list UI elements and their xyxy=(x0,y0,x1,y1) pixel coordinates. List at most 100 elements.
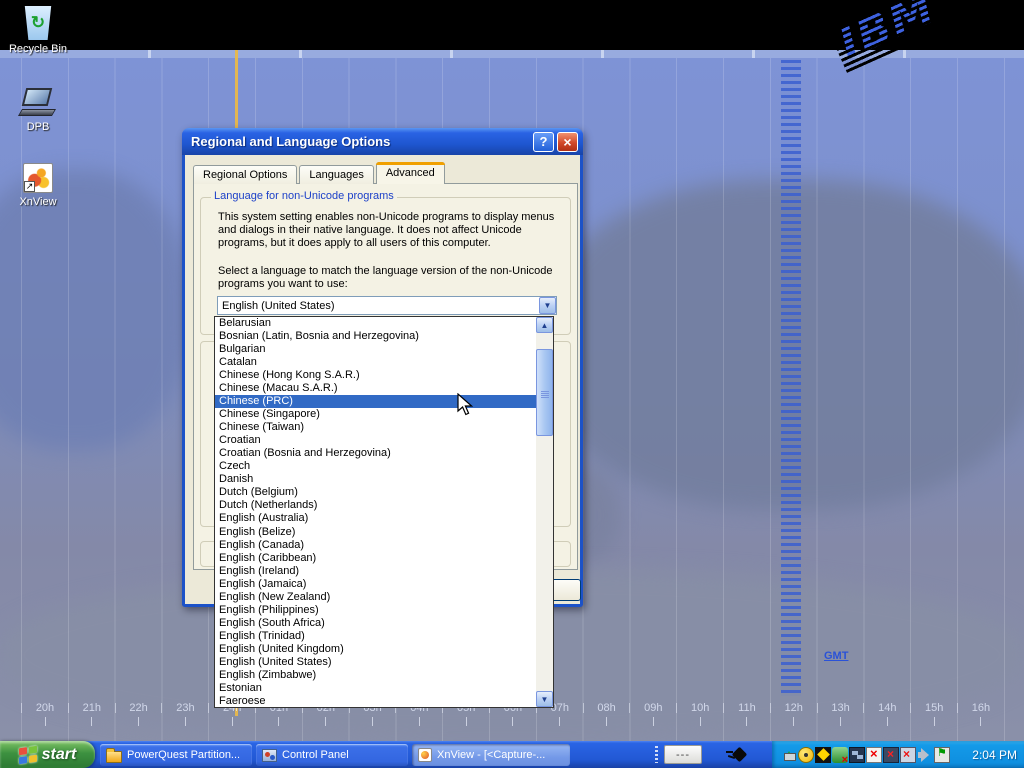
group-instruction: Select a language to match the language … xyxy=(218,265,566,291)
language-option[interactable]: Chinese (PRC) xyxy=(215,395,536,408)
mail-icon[interactable] xyxy=(815,747,831,763)
gmt-label: GMT xyxy=(824,650,848,662)
dialog-title: Regional and Language Options xyxy=(191,134,530,149)
help-icon[interactable]: ? xyxy=(533,132,554,152)
display-error-icon[interactable] xyxy=(883,747,899,763)
language-option[interactable]: English (New Zealand) xyxy=(215,591,536,604)
desktop-icon-dpb[interactable]: DPB xyxy=(0,88,76,133)
scrollbar-thumb[interactable] xyxy=(536,349,553,436)
list-scrollbar[interactable]: ▲ ▼ xyxy=(536,317,553,707)
chevron-down-icon[interactable]: ▼ xyxy=(539,297,556,314)
timezone-label: 16h xyxy=(967,702,995,726)
antivirus-icon[interactable] xyxy=(798,747,814,763)
icon-label: Recycle Bin xyxy=(0,43,76,55)
language-dropdown-list: BelarusianBosnian (Latin, Bosnia and Her… xyxy=(214,316,554,708)
language-option[interactable]: Chinese (Singapore) xyxy=(215,408,536,421)
timezone-label: 23h xyxy=(171,702,199,726)
taskbar: start PowerQuest Partition... Control Pa… xyxy=(0,741,1024,768)
language-option[interactable]: Czech xyxy=(215,460,536,473)
group-description: This system setting enables non-Unicode … xyxy=(218,211,566,250)
xnview-icon: ↗ xyxy=(23,163,53,193)
language-option[interactable]: English (Caribbean) xyxy=(215,552,536,565)
language-option[interactable]: Faeroese xyxy=(215,695,536,708)
mouse-cursor xyxy=(457,393,474,417)
task-icon xyxy=(418,748,432,762)
language-option[interactable]: English (South Africa) xyxy=(215,617,536,630)
partition-flag-icon[interactable] xyxy=(934,747,950,763)
timezone-label: 12h xyxy=(780,702,808,726)
desktop: GMT 20h21h22h23h24h01h02h03h04h05h06h07h… xyxy=(0,0,1024,768)
task-button[interactable]: PowerQuest Partition... xyxy=(100,744,252,766)
language-option[interactable]: Chinese (Macau S.A.R.) xyxy=(215,382,536,395)
scroll-up-icon[interactable]: ▲ xyxy=(536,317,553,333)
windows-flag-icon xyxy=(19,745,37,764)
icon-label: DPB xyxy=(0,121,76,133)
language-option[interactable]: Danish xyxy=(215,473,536,486)
language-option[interactable]: Chinese (Hong Kong S.A.R.) xyxy=(215,369,536,382)
timezone-label: 08h xyxy=(593,702,621,726)
scroll-down-icon[interactable]: ▼ xyxy=(536,691,553,707)
tab-strip: Regional OptionsLanguagesAdvanced xyxy=(193,163,447,184)
task-button[interactable]: Control Panel xyxy=(256,744,408,766)
start-button[interactable]: start xyxy=(0,741,95,768)
deskband-button[interactable]: --- xyxy=(664,745,702,764)
document-error-icon[interactable] xyxy=(866,747,882,763)
laptop-icon xyxy=(18,88,58,118)
language-option[interactable]: Belarusian xyxy=(215,317,536,330)
recycle-bin-icon: ↻ xyxy=(23,6,53,40)
language-option[interactable]: English (Jamaica) xyxy=(215,578,536,591)
dialog-titlebar[interactable]: Regional and Language Options ? × xyxy=(182,128,583,155)
timezone-label: 10h xyxy=(686,702,714,726)
language-items: BelarusianBosnian (Latin, Bosnia and Her… xyxy=(215,317,536,707)
tab[interactable]: Languages xyxy=(299,165,373,184)
network-error-icon[interactable] xyxy=(900,747,916,763)
task-button[interactable]: XnView - [<Capture-... xyxy=(412,744,570,766)
language-option[interactable]: English (Belize) xyxy=(215,526,536,539)
language-option[interactable]: Chinese (Taiwan) xyxy=(215,421,536,434)
task-icon xyxy=(106,751,122,763)
wallpaper-hatch-band xyxy=(781,60,801,696)
icon-label: XnView xyxy=(0,196,76,208)
timezone-label: 09h xyxy=(639,702,667,726)
timezone-label: 11h xyxy=(733,702,761,726)
task-icon xyxy=(262,749,277,762)
language-option[interactable]: English (Ireland) xyxy=(215,565,536,578)
language-option[interactable]: English (Australia) xyxy=(215,512,536,525)
power-plug-icon[interactable] xyxy=(726,746,752,763)
language-option[interactable]: English (United States) xyxy=(215,656,536,669)
task-buttons: PowerQuest Partition... Control Panel Xn… xyxy=(100,744,570,766)
timezone-label: 13h xyxy=(827,702,855,726)
language-option[interactable]: Bulgarian xyxy=(215,343,536,356)
language-option[interactable]: Estonian xyxy=(215,682,536,695)
messenger-offline-icon[interactable] xyxy=(832,747,848,763)
tab[interactable]: Advanced xyxy=(376,162,445,184)
system-tray: 2:04 PM xyxy=(772,741,1024,768)
desktop-icon-xnview[interactable]: ↗ XnView xyxy=(0,163,76,208)
language-option[interactable]: English (Canada) xyxy=(215,539,536,552)
close-icon[interactable]: × xyxy=(557,132,578,152)
timezone-label: 14h xyxy=(873,702,901,726)
safely-remove-icon[interactable] xyxy=(781,747,797,763)
language-combobox[interactable]: English (United States) ▼ xyxy=(217,296,557,315)
language-option[interactable]: Croatian (Bosnia and Herzegovina) xyxy=(215,447,536,460)
taskbar-divider xyxy=(655,746,658,763)
tab[interactable]: Regional Options xyxy=(193,165,297,184)
clock[interactable]: 2:04 PM xyxy=(972,741,1017,768)
language-option[interactable]: English (Philippines) xyxy=(215,604,536,617)
volume-icon[interactable] xyxy=(917,747,933,763)
language-option[interactable]: Bosnian (Latin, Bosnia and Herzegovina) xyxy=(215,330,536,343)
timezone-label: 22h xyxy=(125,702,153,726)
language-option[interactable]: English (Trinidad) xyxy=(215,630,536,643)
language-option[interactable]: Catalan xyxy=(215,356,536,369)
network-icon[interactable] xyxy=(849,747,865,763)
language-option[interactable]: Croatian xyxy=(215,434,536,447)
timezone-label: 21h xyxy=(78,702,106,726)
language-option[interactable]: English (Zimbabwe) xyxy=(215,669,536,682)
group-box-caption: Language for non-Unicode programs xyxy=(211,190,397,202)
language-option[interactable]: Dutch (Belgium) xyxy=(215,486,536,499)
language-option[interactable]: English (United Kingdom) xyxy=(215,643,536,656)
shortcut-arrow-icon: ↗ xyxy=(24,181,35,192)
language-option[interactable]: Dutch (Netherlands) xyxy=(215,499,536,512)
desktop-icon-recycle-bin[interactable]: ↻ Recycle Bin xyxy=(0,6,76,55)
combobox-value: English (United States) xyxy=(218,300,539,312)
